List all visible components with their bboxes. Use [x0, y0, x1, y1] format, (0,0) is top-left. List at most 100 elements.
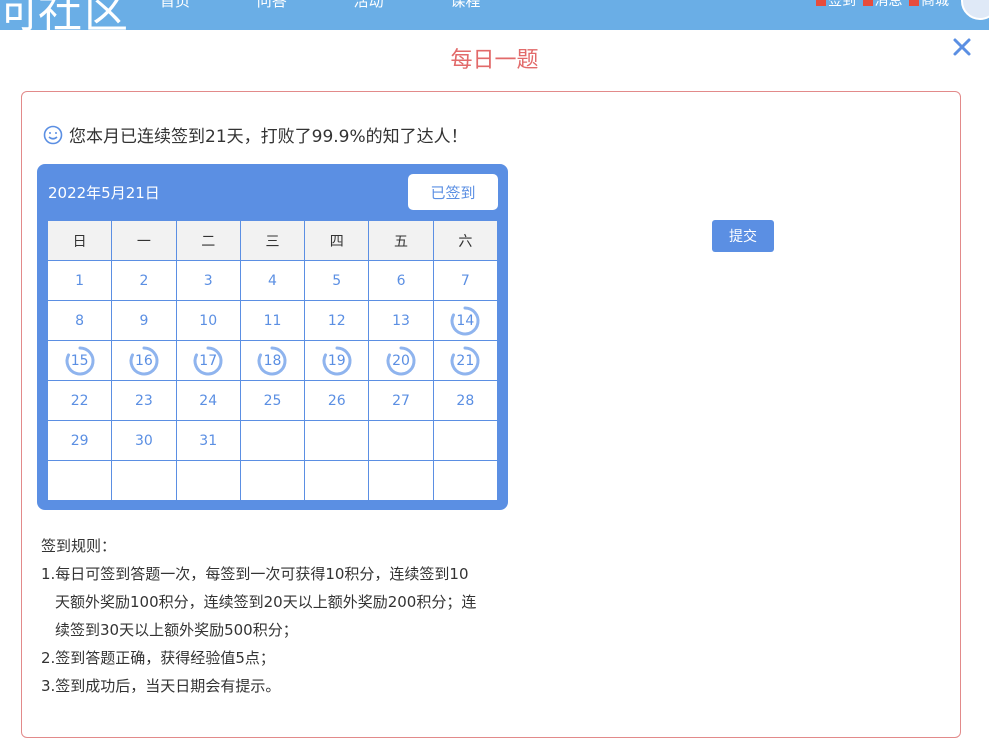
close-button[interactable] [951, 36, 973, 58]
weekday-label: 五 [368, 220, 434, 261]
calendar-day[interactable]: 30 [111, 420, 177, 461]
nav-item[interactable]: 活动 [354, 0, 384, 10]
message-icon [862, 0, 873, 6]
calendar-day[interactable]: 29 [46, 420, 113, 461]
modal-title: 每日一题 [450, 48, 539, 73]
day-number: 20 [392, 352, 410, 369]
day-number: 18 [263, 352, 282, 369]
calendar-day[interactable]: 3 [175, 260, 241, 301]
day-number: 22 [70, 392, 89, 409]
calendar-day[interactable]: 17 [175, 340, 241, 381]
daily-question-panel: 您本月已连续签到21天，打败了99.9%的知了达人！ 2022年5月21日 已签… [21, 91, 961, 738]
weekday-label: 二 [175, 220, 241, 261]
nav-item[interactable]: 课程 [450, 0, 480, 10]
day-number: 7 [460, 272, 470, 289]
day-number: 21 [456, 352, 475, 369]
calendar-day[interactable]: 23 [111, 380, 177, 421]
avatar[interactable] [961, 0, 989, 20]
calendar-day[interactable]: 16 [111, 340, 177, 381]
current-date: 2022年5月21日 [48, 184, 160, 202]
calendar-day[interactable]: 8 [46, 300, 113, 341]
day-number: 3 [203, 272, 213, 289]
weekday-label: 三 [239, 220, 306, 261]
calendar-day[interactable]: 11 [239, 300, 306, 341]
calendar-week-row [46, 460, 499, 501]
signed-button[interactable]: 已签到 [408, 174, 498, 210]
calendar-days: 1 2 3 4 5 6 7 8 9 10 11 12 13 14 15 16 17 18 19 20 21 22 23 24 2… [46, 260, 499, 501]
calendar-day[interactable]: 25 [239, 380, 306, 421]
calendar-day[interactable]: 7 [432, 260, 499, 301]
calendar-week-row: 1 2 3 4 5 6 7 [46, 260, 499, 301]
calendar-day[interactable]: 15 [46, 340, 113, 381]
day-number: 29 [70, 432, 89, 449]
calendar-day[interactable]: 24 [175, 380, 241, 421]
close-icon [953, 38, 971, 56]
calendar-empty-cell [111, 460, 177, 501]
calendar-week-row: 8 9 10 11 12 13 14 [46, 300, 499, 341]
shop-icon [909, 0, 919, 6]
day-number: 13 [392, 312, 410, 329]
day-number: 25 [263, 392, 282, 409]
calendar-empty-cell [432, 420, 499, 461]
day-number: 1 [75, 272, 85, 289]
user-menu-item[interactable]: 商城 [921, 0, 949, 9]
submit-button[interactable]: 提交 [712, 220, 774, 252]
calendar-empty-cell [304, 420, 370, 461]
calendar-empty-cell [239, 420, 306, 461]
day-number: 26 [327, 392, 346, 409]
nav-item[interactable]: 问答 [257, 0, 287, 10]
calendar-day[interactable]: 9 [111, 300, 177, 341]
nav-item[interactable]: 首页 [160, 0, 190, 10]
calendar-day[interactable]: 18 [239, 340, 306, 381]
calendar-day[interactable]: 13 [368, 300, 434, 341]
calendar-empty-cell [46, 460, 113, 501]
calendar-day[interactable]: 6 [368, 260, 434, 301]
day-number: 19 [327, 352, 346, 369]
user-menu: 签到 消息 商城 [814, 0, 949, 10]
calendar-day[interactable]: 1 [46, 260, 113, 301]
calendar-day[interactable]: 27 [368, 380, 434, 421]
user-menu-item[interactable]: 消息 [875, 0, 903, 9]
calendar-day[interactable]: 21 [432, 340, 499, 381]
calendar-empty-cell [239, 460, 306, 501]
calendar-day[interactable]: 26 [304, 380, 370, 421]
calendar-day[interactable]: 4 [239, 260, 306, 301]
day-number: 8 [75, 312, 85, 329]
calendar-empty-cell [304, 460, 370, 501]
calendar-day[interactable]: 2 [111, 260, 177, 301]
streak-text: 您本月已连续签到21天，打败了99.9%的知了达人！ [69, 127, 468, 147]
weekday-header-row: 日 一 二 三 四 五 六 [46, 220, 499, 261]
user-menu-item[interactable]: 签到 [828, 0, 856, 9]
calendar-day[interactable]: 12 [304, 300, 370, 341]
calendar-day[interactable]: 28 [432, 380, 499, 421]
calendar-day[interactable]: 31 [175, 420, 241, 461]
day-number: 4 [268, 272, 277, 289]
site-logo[interactable]: 问社区 [0, 0, 130, 30]
calendar-day[interactable]: 20 [368, 340, 434, 381]
day-number: 14 [456, 312, 475, 329]
calendar-day[interactable]: 22 [46, 380, 113, 421]
day-number: 27 [392, 392, 410, 409]
calendar-empty-cell [368, 460, 434, 501]
day-number: 10 [199, 312, 218, 329]
weekday-label: 四 [304, 220, 370, 261]
checkin-calendar: 2022年5月21日 已签到 日 一 二 三 四 五 六 1 2 3 4 5 6 7 8 9 10… [37, 164, 508, 510]
calendar-grid: 日 一 二 三 四 五 六 1 2 3 4 5 6 7 8 9 10 11 12 13 14 15 16 17 1… [46, 220, 499, 501]
calendar-day[interactable]: 5 [304, 260, 370, 301]
calendar-day[interactable]: 19 [304, 340, 370, 381]
calendar-week-row: 15 16 17 18 19 20 21 [46, 340, 499, 381]
day-number: 24 [199, 392, 218, 409]
calendar-empty-cell [175, 460, 241, 501]
day-number: 16 [135, 352, 153, 369]
day-number: 15 [70, 352, 89, 369]
rules-heading: 签到规则： [41, 537, 117, 555]
day-number: 9 [139, 312, 149, 329]
day-number: 2 [139, 272, 149, 289]
top-nav-bar: 问社区 首页 问答 活动 课程 签到 消息 商城 [0, 0, 989, 30]
calendar-day[interactable]: 10 [175, 300, 241, 341]
day-number: 23 [135, 392, 153, 409]
rules-line: 2.签到答题正确，获得经验值5点； [41, 649, 275, 667]
main-nav: 首页 问答 活动 课程 [160, 0, 542, 11]
calendar-day[interactable]: 14 [432, 300, 499, 341]
checkin-icon [816, 0, 827, 6]
